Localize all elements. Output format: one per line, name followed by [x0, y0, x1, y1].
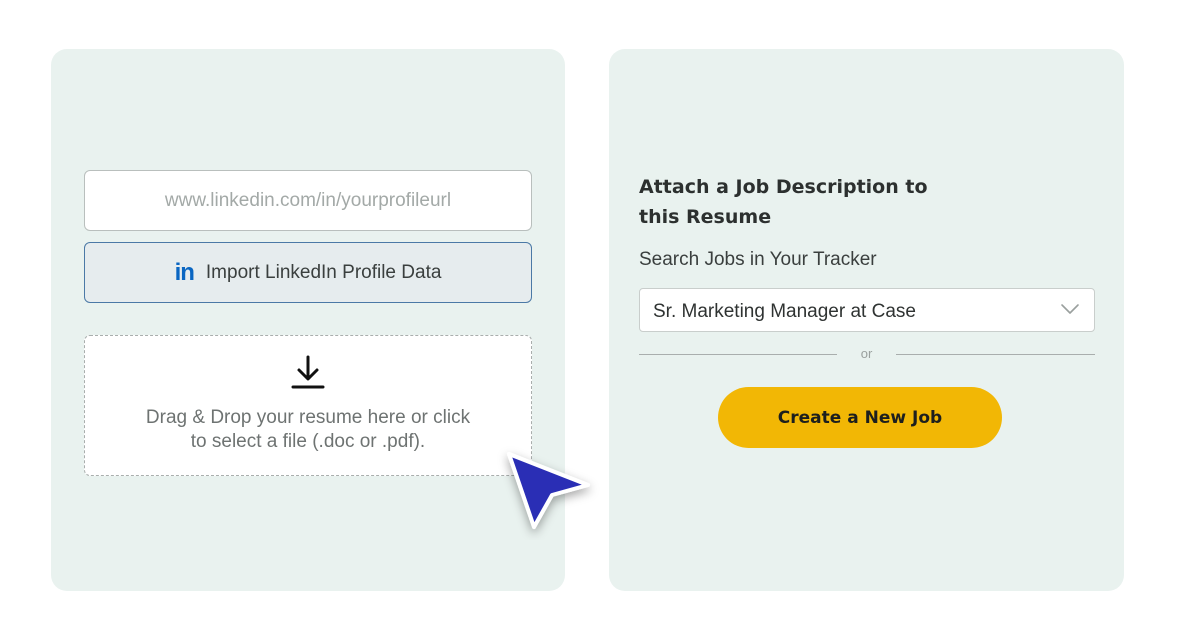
create-new-job-button[interactable]: Create a New Job — [718, 387, 1002, 448]
section-title: Attach a Job Description to this Resume — [639, 172, 999, 232]
selected-job-value: Sr. Marketing Manager at Case — [653, 301, 916, 322]
stage: in Import LinkedIn Profile Data Drag & D… — [0, 0, 1181, 640]
section-title-line-1: Attach a Job Description to — [639, 176, 928, 198]
mouse-cursor-icon — [507, 452, 590, 529]
download-icon — [291, 355, 325, 389]
import-linkedin-label: Import LinkedIn Profile Data — [205, 261, 442, 283]
divider-right — [896, 354, 1095, 355]
import-linkedin-button[interactable]: in Import LinkedIn Profile Data — [84, 242, 532, 303]
divider-left — [639, 354, 837, 355]
section-title-line-2: this Resume — [639, 206, 772, 228]
chevron-down-icon — [1061, 304, 1079, 314]
resume-import-panel: in Import LinkedIn Profile Data Drag & D… — [51, 49, 565, 591]
linkedin-icon: in — [174, 258, 195, 286]
job-description-panel: Attach a Job Description to this Resume … — [609, 49, 1124, 591]
or-divider-text: or — [860, 346, 873, 361]
drop-text-line-1: Drag & Drop your resume here or click — [145, 407, 471, 428]
resume-drop-zone[interactable]: Drag & Drop your resume here or click to… — [84, 335, 532, 476]
job-select-dropdown[interactable]: Sr. Marketing Manager at Case — [639, 288, 1095, 332]
drop-instructions: Drag & Drop your resume here or click to… — [85, 406, 531, 454]
search-jobs-label: Search Jobs in Your Tracker — [639, 249, 877, 270]
drop-text-line-2: to select a file (.doc or .pdf). — [190, 431, 426, 452]
linkedin-url-input[interactable] — [84, 170, 532, 231]
